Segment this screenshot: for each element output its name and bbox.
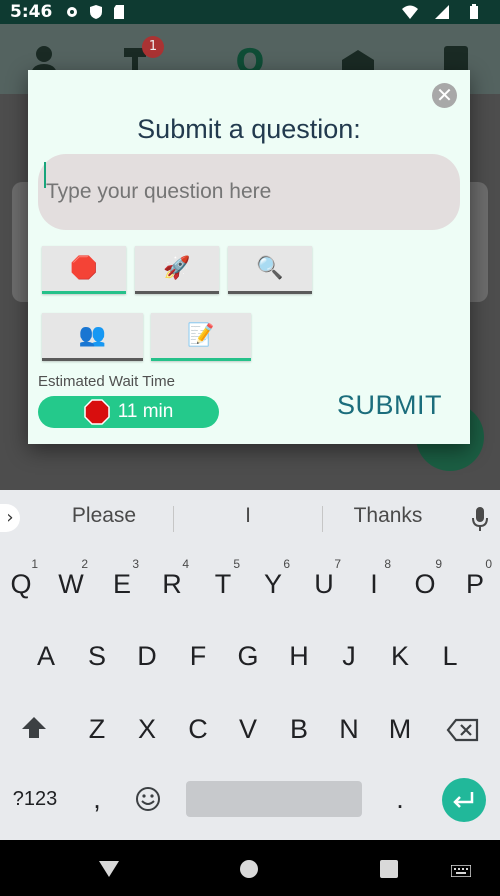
wait-time-value: 11 min [117, 401, 174, 422]
suggestion-1[interactable]: Please [40, 504, 168, 528]
key-b[interactable]: B [276, 700, 322, 758]
notification-badge: 1 [142, 36, 164, 58]
status-bar: 5:46 [0, 0, 500, 24]
key-e[interactable]: 3E [99, 555, 145, 613]
tag-search-button[interactable]: 🔍 [228, 246, 312, 294]
key-n[interactable]: N [326, 700, 372, 758]
keyboard-switch-icon[interactable] [451, 865, 471, 877]
key-s[interactable]: S [74, 627, 120, 685]
system-nav-bar [0, 840, 500, 896]
home-nav-icon[interactable] [239, 859, 259, 879]
key-t[interactable]: 5T [200, 555, 246, 613]
wifi-icon [402, 5, 418, 19]
key-o[interactable]: 9O [402, 555, 448, 613]
symbols-key[interactable]: ?123 [8, 770, 62, 828]
status-time: 5:46 [10, 2, 53, 22]
suggestion-divider [322, 506, 323, 532]
memo-icon: 📝 [187, 323, 215, 348]
key-j[interactable]: J [326, 627, 372, 685]
key-d[interactable]: D [124, 627, 170, 685]
tag-stop-button[interactable]: 🛑 [42, 246, 126, 294]
key-z[interactable]: Z [74, 700, 120, 758]
wait-time-label: Estimated Wait Time [38, 373, 175, 390]
period-key[interactable]: . [377, 770, 423, 828]
close-button[interactable]: ✕ [432, 83, 457, 108]
comma-key[interactable]: , [74, 770, 120, 828]
key-x[interactable]: X [124, 700, 170, 758]
enter-icon [453, 792, 474, 808]
stop-sign-icon: 🛑 [70, 256, 98, 281]
text-cursor [44, 162, 46, 188]
magnifier-icon: 🔍 [256, 256, 284, 281]
keyboard: › Please I Thanks 1Q 2W 3E 4R 5T 6Y 7U 8… [0, 490, 500, 840]
mic-icon[interactable] [470, 506, 490, 532]
key-y[interactable]: 6Y [250, 555, 296, 613]
key-l[interactable]: L [427, 627, 473, 685]
battery-icon [470, 4, 478, 19]
key-w[interactable]: 2W [48, 555, 94, 613]
space-bar[interactable] [186, 781, 362, 817]
stop-sign-icon [83, 399, 110, 425]
suggestion-2[interactable]: I [180, 504, 316, 528]
shift-icon[interactable] [20, 714, 48, 742]
key-h[interactable]: H [276, 627, 322, 685]
suggestion-3[interactable]: Thanks [328, 504, 448, 528]
backspace-icon[interactable] [446, 718, 480, 742]
rocket-icon: 🚀 [163, 256, 191, 281]
sd-card-icon [114, 5, 125, 19]
emoji-icon[interactable] [135, 786, 161, 812]
key-v[interactable]: V [225, 700, 271, 758]
key-u[interactable]: 7U [301, 555, 347, 613]
key-r[interactable]: 4R [149, 555, 195, 613]
submit-button[interactable]: SUBMIT [337, 390, 442, 421]
tag-people-button[interactable]: 👥 [42, 313, 143, 361]
dialog-title: Submit a question: [137, 114, 361, 144]
suggestion-bar: › Please I Thanks [0, 490, 500, 546]
tag-rocket-button[interactable]: 🚀 [135, 246, 219, 294]
shield-icon [90, 5, 103, 19]
key-g[interactable]: G [225, 627, 271, 685]
key-q[interactable]: 1Q [0, 555, 44, 613]
chevron-right-icon[interactable]: › [0, 504, 20, 532]
key-i[interactable]: 8I [351, 555, 397, 613]
key-m[interactable]: M [377, 700, 423, 758]
key-a[interactable]: A [23, 627, 69, 685]
key-c[interactable]: C [175, 700, 221, 758]
key-f[interactable]: F [175, 627, 221, 685]
suggestion-divider [173, 506, 174, 532]
key-k[interactable]: K [377, 627, 423, 685]
wait-time-badge: 11 min [38, 396, 219, 428]
key-p[interactable]: 0P [452, 555, 498, 613]
enter-button[interactable] [442, 778, 486, 822]
back-nav-icon[interactable] [98, 860, 120, 878]
signal-icon [435, 5, 449, 19]
gear-icon [67, 7, 78, 17]
recents-nav-icon[interactable] [380, 860, 398, 878]
tag-memo-button[interactable]: 📝 [151, 313, 251, 361]
question-input[interactable] [38, 154, 460, 230]
submit-question-dialog: ✕ Submit a question: 🛑 🚀 🔍 👥 📝 Estimated… [28, 70, 470, 444]
people-icon: 👥 [78, 323, 107, 348]
